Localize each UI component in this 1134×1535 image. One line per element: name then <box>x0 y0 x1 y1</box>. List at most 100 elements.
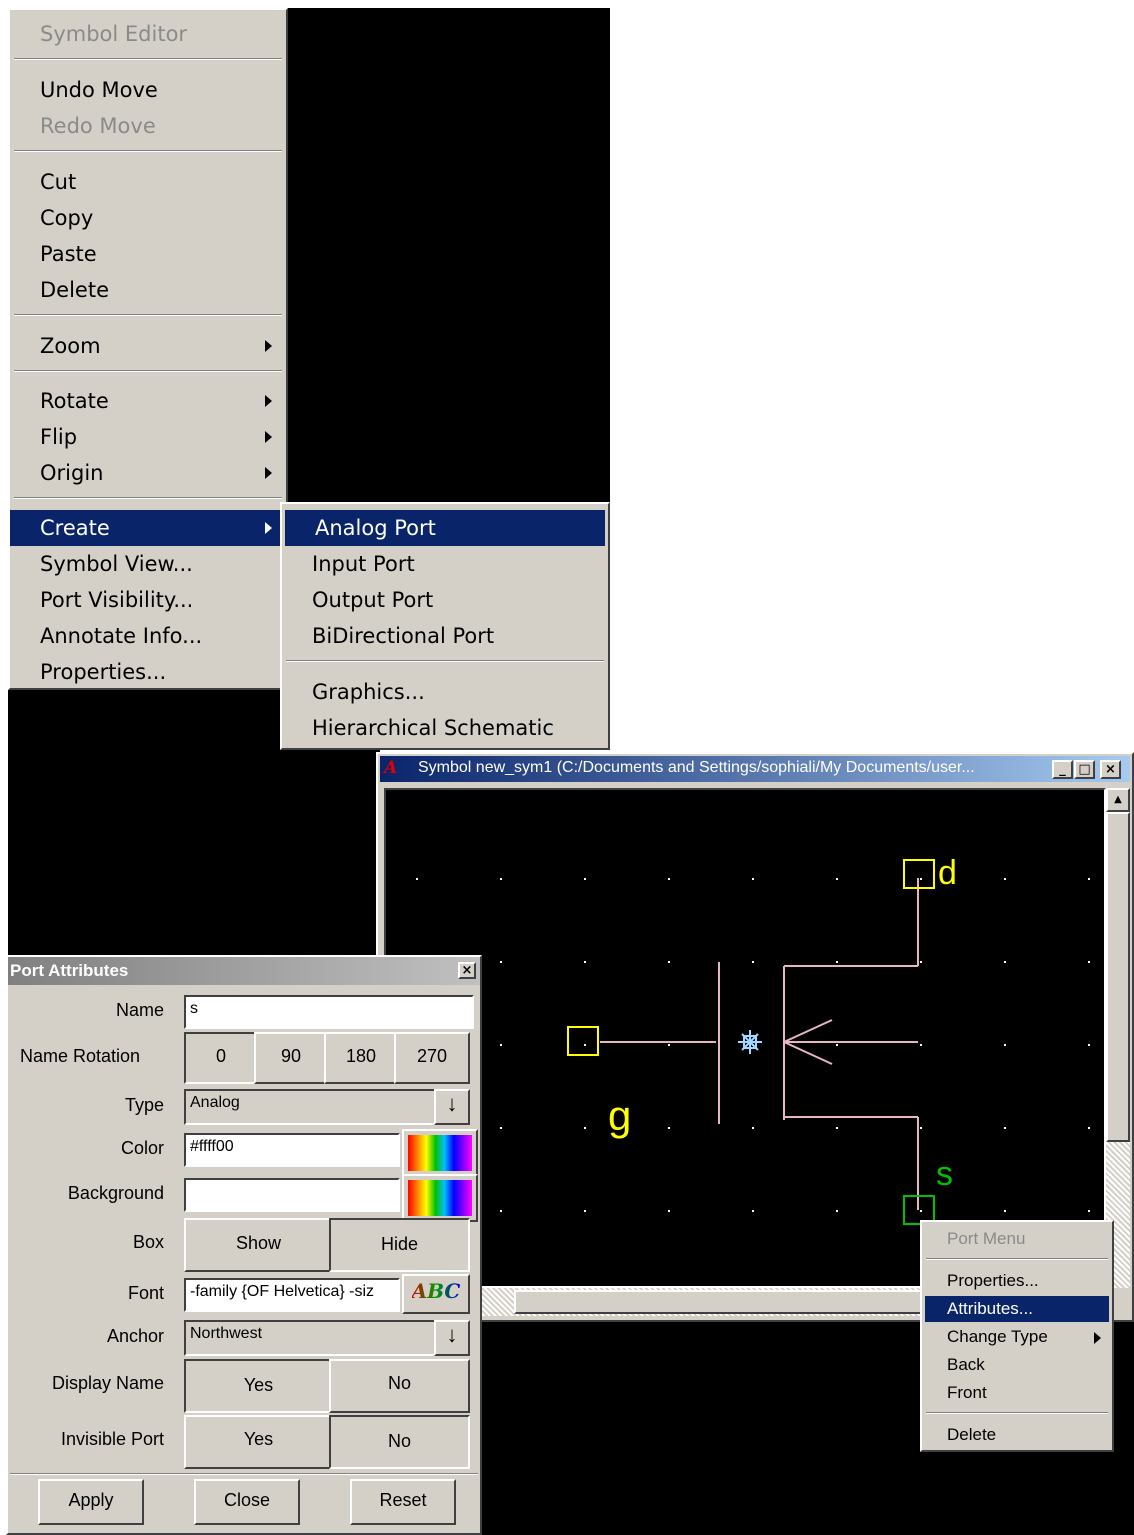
display-name-no-button[interactable]: No <box>329 1359 470 1413</box>
menu-item-label: Rotate <box>40 389 109 413</box>
submenu-item-analog-port[interactable]: Analog Port <box>285 510 605 546</box>
port-menu-item-properties[interactable]: Properties... <box>925 1268 1109 1294</box>
port-menu-item-change-type[interactable]: Change Type <box>925 1324 1109 1350</box>
dialog-title-bar[interactable]: Port Attributes × <box>8 957 480 985</box>
scroll-thumb[interactable] <box>1106 812 1130 1142</box>
grid-dot <box>500 1127 502 1129</box>
grid-dot <box>500 961 502 963</box>
port-menu-item-attributes[interactable]: Attributes... <box>925 1296 1109 1322</box>
menu-item-properties[interactable]: Properties... <box>10 654 286 690</box>
background-picker-button[interactable] <box>402 1174 478 1222</box>
menu-item-create[interactable]: Create <box>10 510 286 546</box>
color-label: Color <box>120 1138 164 1158</box>
submenu-item-hierarchical-schematic[interactable]: Hierarchical Schematic <box>282 710 608 746</box>
invisible-no-button[interactable]: No <box>329 1415 470 1469</box>
submenu-item-input-port[interactable]: Input Port <box>282 546 608 582</box>
dialog-title: Port Attributes <box>10 961 129 980</box>
port-attributes-dialog: Port Attributes × Name s Name Rotation 0… <box>6 955 482 1535</box>
anchor-label: Anchor <box>106 1326 164 1346</box>
menu-item-delete[interactable]: Delete <box>10 272 286 308</box>
editor-canvas-background-left2 <box>8 740 380 955</box>
symbol-window-title-bar[interactable]: A Symbol new_sym1 (C:/Documents and Sett… <box>380 756 1130 782</box>
port-box-g[interactable] <box>567 1026 599 1056</box>
close-button[interactable]: Close <box>194 1479 300 1525</box>
grid-dot <box>920 878 922 880</box>
submenu-item-graphics[interactable]: Graphics... <box>282 674 608 710</box>
menu-item-annotate-info[interactable]: Annotate Info... <box>10 618 286 654</box>
menu-separator <box>14 370 282 372</box>
origin-icon[interactable] <box>738 1030 762 1054</box>
menu-item-copy[interactable]: Copy <box>10 200 286 236</box>
scroll-up-icon[interactable]: ▲ <box>1106 788 1130 812</box>
menu-item-paste[interactable]: Paste <box>10 236 286 272</box>
menu-item-flip[interactable]: Flip <box>10 419 286 455</box>
menu-item-origin[interactable]: Origin <box>10 455 286 491</box>
reset-button[interactable]: Reset <box>350 1479 456 1525</box>
grid-dot <box>584 878 586 880</box>
port-menu-item-delete[interactable]: Delete <box>925 1422 1109 1448</box>
menu-separator <box>14 150 282 152</box>
background-field[interactable] <box>184 1178 400 1212</box>
grid-dot <box>836 961 838 963</box>
anchor-dropdown-arrow-icon[interactable]: ↓ <box>434 1320 470 1356</box>
menu-item-redo-move[interactable]: Redo Move <box>10 108 286 144</box>
app-icon: A <box>384 758 398 778</box>
port-menu-header: Port Menu <box>947 1229 1026 1248</box>
menu-item-port-visibility[interactable]: Port Visibility... <box>10 582 286 618</box>
minimize-icon[interactable]: _ <box>1052 760 1073 779</box>
submenu-item-bidirectional-port[interactable]: BiDirectional Port <box>282 618 608 654</box>
scroll-thumb-horizontal[interactable] <box>514 1290 924 1314</box>
menu-separator <box>286 660 604 662</box>
vertical-scrollbar[interactable]: ▲ <box>1106 788 1130 1288</box>
grid-dot <box>668 961 670 963</box>
box-label: Box <box>132 1232 164 1252</box>
background-label: Background <box>67 1183 164 1203</box>
type-dropdown-arrow-icon[interactable]: ↓ <box>434 1089 470 1125</box>
grid-dot <box>500 1210 502 1212</box>
display-name-yes-button[interactable]: Yes <box>184 1359 333 1413</box>
anchor-select[interactable]: Northwest <box>184 1320 440 1356</box>
port-menu-item-front[interactable]: Front <box>925 1380 1109 1406</box>
submenu-arrow-icon <box>265 467 272 479</box>
submenu-arrow-icon <box>265 431 272 443</box>
menu-separator <box>926 1258 1108 1260</box>
submenu-arrow-icon <box>1094 1332 1101 1344</box>
dialog-close-icon[interactable]: × <box>458 962 476 979</box>
rotation-0-button[interactable]: 0 <box>184 1032 258 1084</box>
menu-item-cut[interactable]: Cut <box>10 164 286 200</box>
close-icon[interactable]: × <box>1100 760 1121 779</box>
color-picker-button[interactable] <box>402 1129 478 1177</box>
rotation-180-button[interactable]: 180 <box>324 1032 398 1084</box>
port-menu-item-back[interactable]: Back <box>925 1352 1109 1378</box>
invisible-yes-button[interactable]: Yes <box>184 1415 333 1469</box>
menu-separator <box>926 1412 1108 1414</box>
menu-item-undo-move[interactable]: Undo Move <box>10 72 286 108</box>
grid-dot <box>836 878 838 880</box>
submenu-item-output-port[interactable]: Output Port <box>282 582 608 618</box>
menu-item-rotate[interactable]: Rotate <box>10 383 286 419</box>
font-chooser-button[interactable]: ABC <box>402 1274 470 1314</box>
grid-dot <box>1088 878 1090 880</box>
color-field[interactable]: #ffff00 <box>184 1133 400 1167</box>
rotation-90-button[interactable]: 90 <box>254 1032 328 1084</box>
menu-item-symbol-view[interactable]: Symbol View... <box>10 546 286 582</box>
maximize-icon[interactable]: □ <box>1074 760 1095 779</box>
menu-item-zoom[interactable]: Zoom <box>10 328 286 364</box>
name-field[interactable]: s <box>184 995 474 1029</box>
submenu-arrow-icon <box>265 340 272 352</box>
rotation-270-button[interactable]: 270 <box>394 1032 470 1084</box>
dialog-separator <box>10 1473 478 1475</box>
grid-dot <box>836 1210 838 1212</box>
grid-dot <box>500 878 502 880</box>
grid-dot <box>584 961 586 963</box>
font-abc-icon: ABC <box>411 1279 461 1303</box>
box-hide-button[interactable]: Hide <box>329 1218 470 1272</box>
type-select[interactable]: Analog <box>184 1089 440 1125</box>
schematic-drawing: d g s <box>416 854 1090 1225</box>
symbol-canvas[interactable]: d g s <box>384 788 1106 1288</box>
box-show-button[interactable]: Show <box>184 1218 333 1272</box>
grid-dot <box>752 878 754 880</box>
grid-dot <box>1004 1044 1006 1046</box>
apply-button[interactable]: Apply <box>38 1479 144 1525</box>
font-field[interactable]: -family {OF Helvetica} -siz <box>184 1278 400 1312</box>
